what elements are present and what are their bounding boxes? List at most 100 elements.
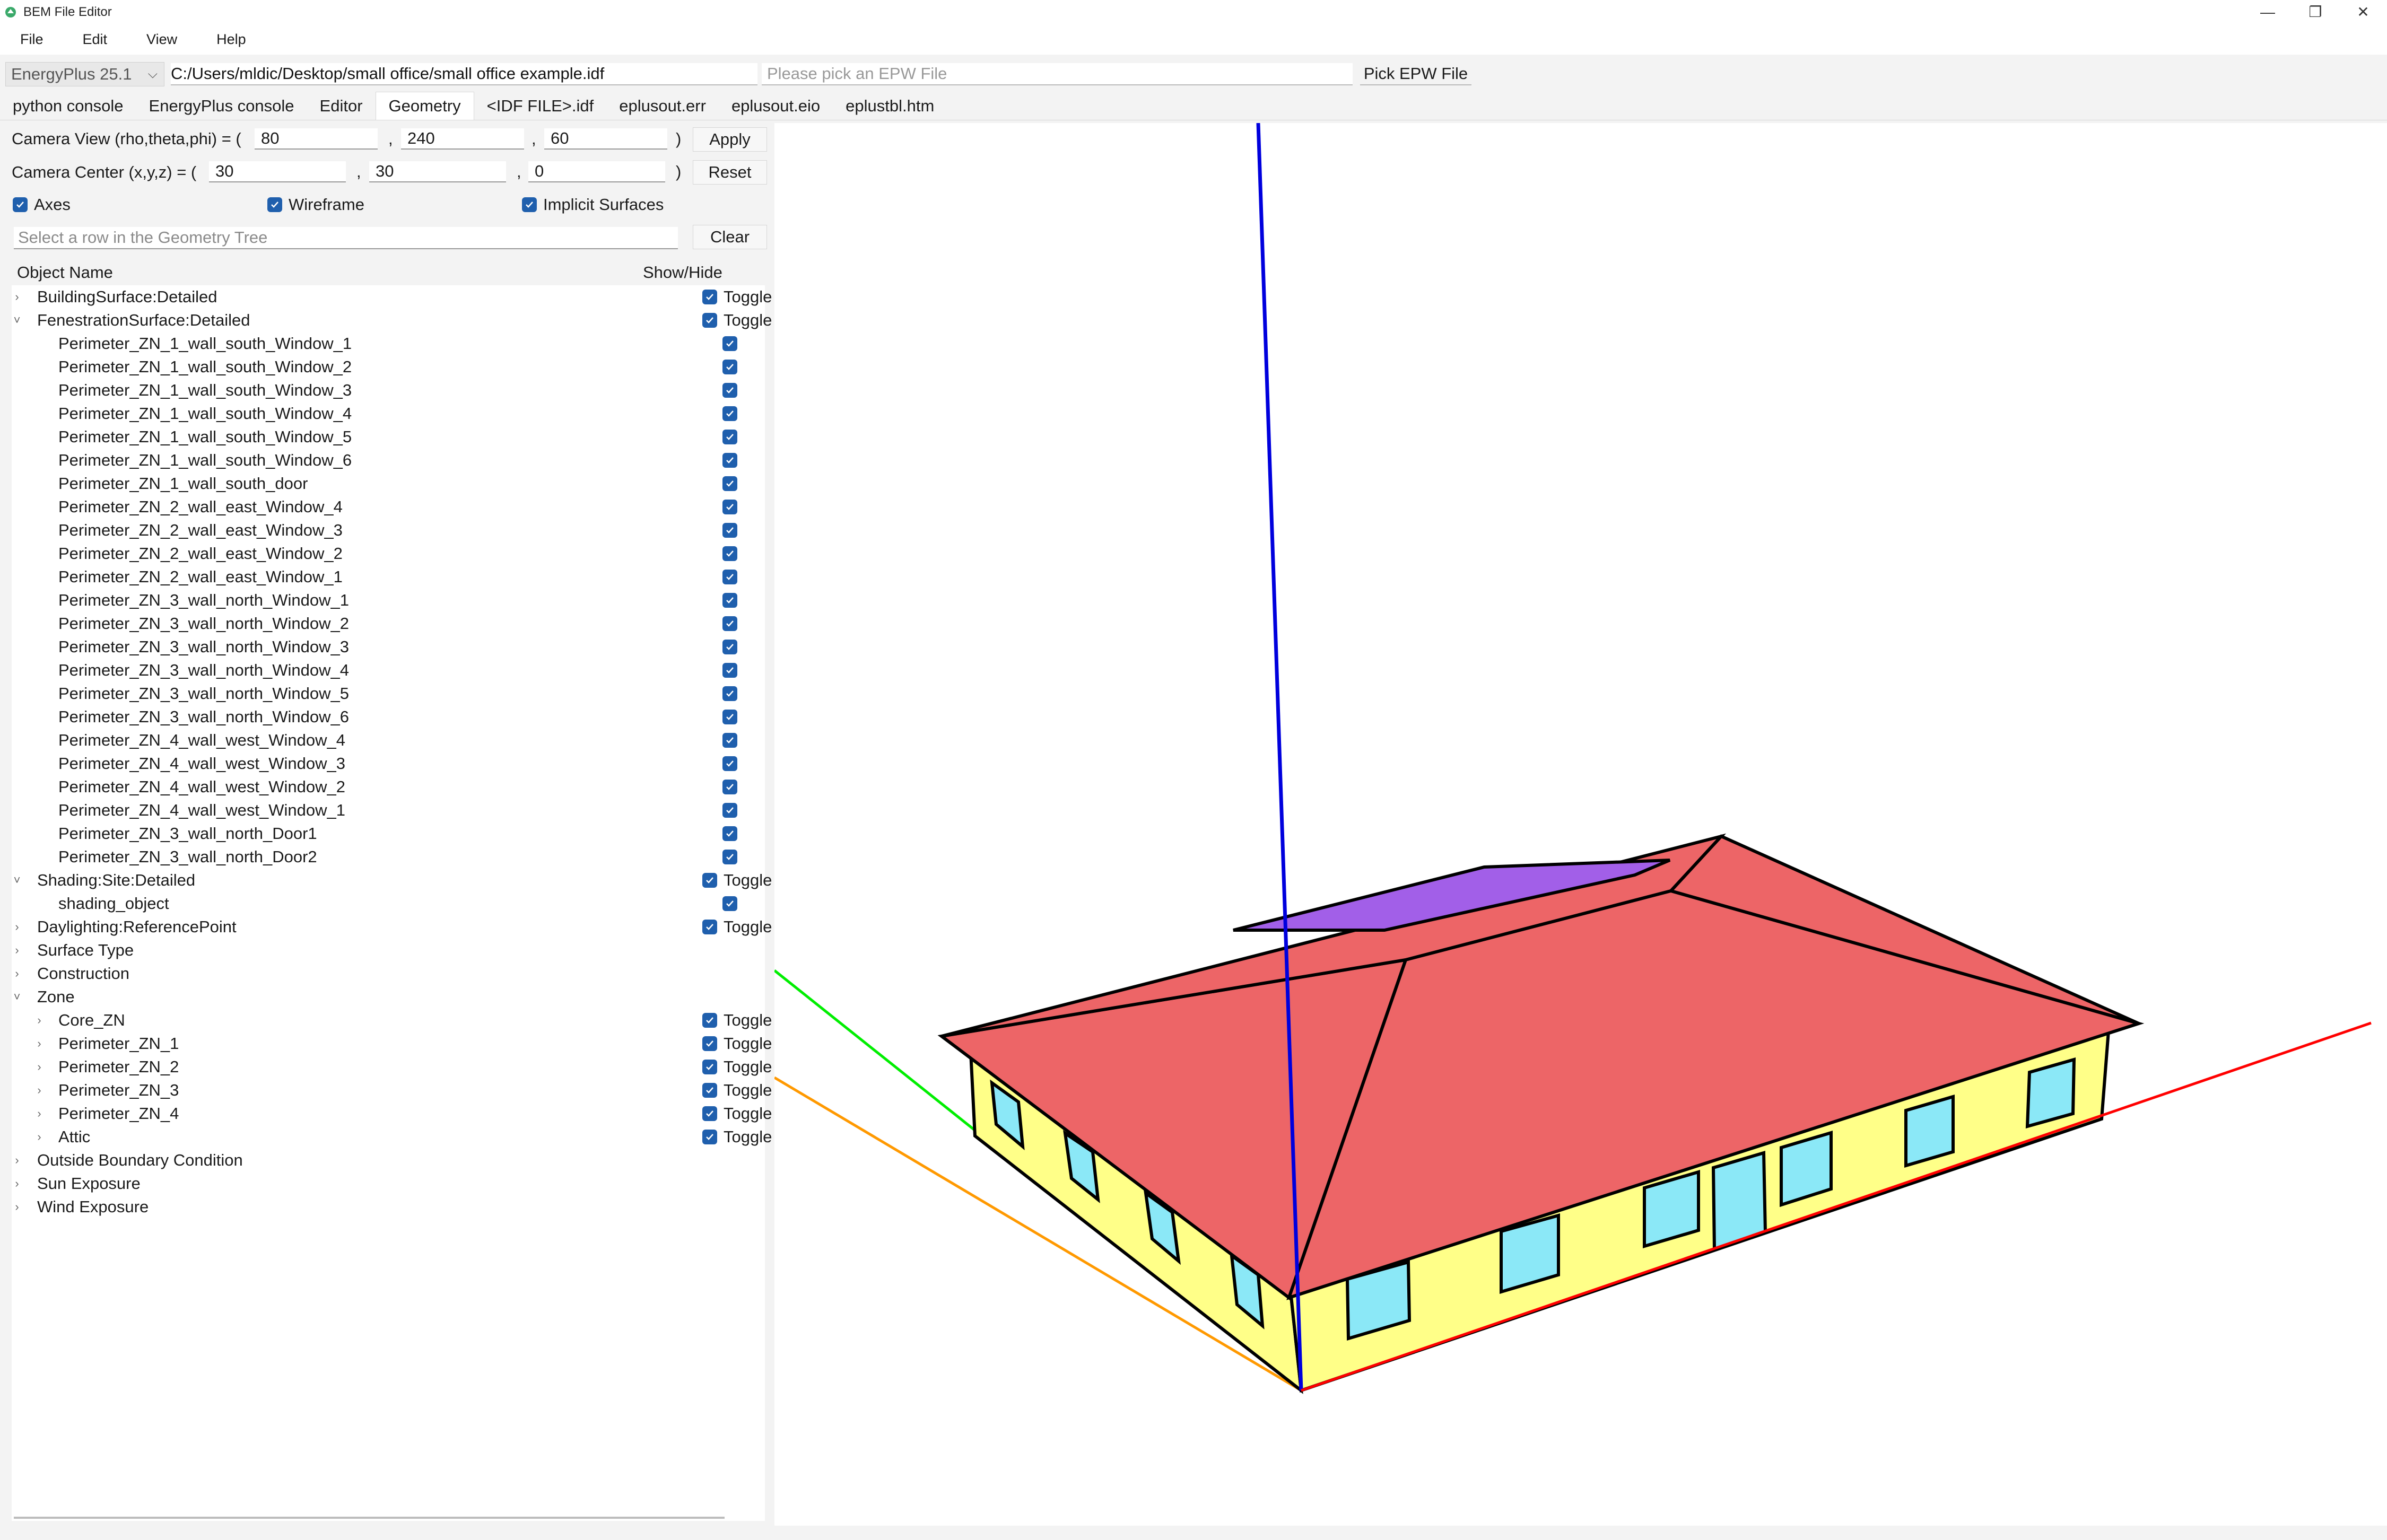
toggle-checkbox[interactable]: Toggle bbox=[702, 287, 772, 307]
reset-button[interactable]: Reset bbox=[693, 160, 767, 185]
version-select[interactable]: EnergyPlus 25.1 ⌵ bbox=[5, 62, 164, 86]
show-hide-checkbox[interactable] bbox=[722, 663, 737, 678]
window-south-5[interactable] bbox=[1904, 1094, 1955, 1168]
tree-row[interactable]: Perimeter_ZN_3_wall_north_Window_4 bbox=[12, 659, 765, 682]
tree-row[interactable]: › Wind Exposure bbox=[12, 1195, 765, 1219]
tree-row[interactable]: › BuildingSurface:Detailed Toggle bbox=[12, 285, 772, 309]
tree-row[interactable]: › Perimeter_ZN_2 Toggle bbox=[12, 1055, 772, 1079]
tree-row[interactable]: Perimeter_ZN_1_wall_south_door bbox=[12, 472, 765, 495]
toggle-checkbox[interactable]: Toggle bbox=[702, 1104, 772, 1123]
tree-row[interactable]: › Perimeter_ZN_1 Toggle bbox=[12, 1032, 772, 1055]
tree-row[interactable]: Perimeter_ZN_3_wall_north_Window_1 bbox=[12, 589, 765, 612]
show-hide-checkbox[interactable] bbox=[722, 710, 737, 724]
tree-row[interactable]: Perimeter_ZN_3_wall_north_Door1 bbox=[12, 822, 765, 845]
toggle-checkbox[interactable]: Toggle bbox=[702, 311, 772, 330]
toggle-checkbox[interactable]: Toggle bbox=[702, 1081, 772, 1100]
tree-row[interactable]: ˅ Shading:Site:Detailed Toggle bbox=[12, 869, 772, 892]
show-hide-checkbox[interactable] bbox=[722, 476, 737, 491]
show-hide-checkbox[interactable] bbox=[722, 360, 737, 374]
menu-help[interactable]: Help bbox=[197, 31, 266, 48]
tree-row[interactable]: Perimeter_ZN_1_wall_south_Window_2 bbox=[12, 355, 765, 379]
tree-row[interactable]: › Perimeter_ZN_4 Toggle bbox=[12, 1102, 772, 1125]
column-show-hide[interactable]: Show/Hide bbox=[643, 263, 722, 282]
implicit-surfaces-checkbox[interactable]: Implicit Surfaces bbox=[522, 195, 664, 214]
tree-row[interactable]: Perimeter_ZN_1_wall_south_Window_6 bbox=[12, 449, 765, 472]
camera-center-z-input[interactable]: 0 bbox=[528, 161, 665, 182]
tree-row[interactable]: › Outside Boundary Condition bbox=[12, 1149, 765, 1172]
tree-row[interactable]: Perimeter_ZN_3_wall_north_Door2 bbox=[12, 845, 765, 869]
toggle-checkbox[interactable]: Toggle bbox=[702, 1011, 772, 1030]
apply-button[interactable]: Apply bbox=[693, 127, 767, 152]
tree-row[interactable]: Perimeter_ZN_2_wall_east_Window_2 bbox=[12, 542, 765, 565]
show-hide-checkbox[interactable] bbox=[722, 733, 737, 748]
tree-row[interactable]: Perimeter_ZN_2_wall_east_Window_4 bbox=[12, 495, 765, 519]
tab-idf-file[interactable]: <IDF FILE>.idf bbox=[474, 92, 607, 120]
show-hide-checkbox[interactable] bbox=[722, 593, 737, 608]
chevron-right-icon[interactable]: › bbox=[12, 1200, 22, 1214]
show-hide-checkbox[interactable] bbox=[722, 686, 737, 701]
tree-row[interactable]: › Perimeter_ZN_3 Toggle bbox=[12, 1079, 772, 1102]
epw-file-field[interactable]: Please pick an EPW File bbox=[762, 63, 1353, 85]
tree-row[interactable]: › Core_ZN Toggle bbox=[12, 1009, 772, 1032]
tree-row[interactable]: ˅ Zone bbox=[12, 985, 765, 1009]
camera-rho-input[interactable]: 80 bbox=[255, 128, 378, 150]
minimize-button[interactable]: — bbox=[2244, 0, 2292, 24]
chevron-right-icon[interactable]: › bbox=[34, 1130, 45, 1144]
show-hide-checkbox[interactable] bbox=[722, 523, 737, 538]
tree-row[interactable]: Perimeter_ZN_3_wall_north_Window_2 bbox=[12, 612, 765, 635]
geometry-tree-search-input[interactable]: Select a row in the Geometry Tree bbox=[14, 227, 678, 249]
show-hide-checkbox[interactable] bbox=[722, 803, 737, 818]
tree-row[interactable]: Perimeter_ZN_2_wall_east_Window_1 bbox=[12, 565, 765, 589]
camera-center-x-input[interactable]: 30 bbox=[209, 161, 346, 182]
3d-geometry-viewport[interactable] bbox=[773, 122, 2387, 1526]
chevron-right-icon[interactable]: › bbox=[34, 1107, 45, 1121]
tree-row[interactable]: Perimeter_ZN_4_wall_west_Window_1 bbox=[12, 799, 765, 822]
tree-row[interactable]: Perimeter_ZN_3_wall_north_Window_5 bbox=[12, 682, 765, 705]
tree-row[interactable]: Perimeter_ZN_1_wall_south_Window_3 bbox=[12, 379, 765, 402]
chevron-right-icon[interactable]: › bbox=[34, 1083, 45, 1097]
camera-phi-input[interactable]: 60 bbox=[544, 128, 667, 150]
tree-row[interactable]: › Daylighting:ReferencePoint Toggle bbox=[12, 915, 772, 939]
show-hide-checkbox[interactable] bbox=[722, 850, 737, 864]
show-hide-checkbox[interactable] bbox=[722, 336, 737, 351]
chevron-right-icon[interactable]: › bbox=[12, 967, 22, 981]
tab-python-console[interactable]: python console bbox=[0, 92, 136, 120]
tree-row[interactable]: Perimeter_ZN_3_wall_north_Window_3 bbox=[12, 635, 765, 659]
show-hide-checkbox[interactable] bbox=[722, 756, 737, 771]
chevron-down-icon[interactable]: ˅ bbox=[12, 990, 22, 1004]
tab-energyplus-console[interactable]: EnergyPlus console bbox=[136, 92, 307, 120]
show-hide-checkbox[interactable] bbox=[722, 826, 737, 841]
tree-row[interactable]: ˅ FenestrationSurface:Detailed Toggle bbox=[12, 309, 772, 332]
tree-row[interactable]: › Sun Exposure bbox=[12, 1172, 765, 1195]
restore-button[interactable]: ❐ bbox=[2292, 0, 2339, 24]
wireframe-checkbox[interactable]: Wireframe bbox=[267, 195, 364, 214]
tree-row[interactable]: › Surface Type bbox=[12, 939, 765, 962]
show-hide-checkbox[interactable] bbox=[722, 430, 737, 444]
show-hide-checkbox[interactable] bbox=[722, 640, 737, 654]
toggle-checkbox[interactable]: Toggle bbox=[702, 1127, 772, 1147]
horizontal-scrollbar[interactable] bbox=[14, 1517, 725, 1519]
tab-eplusout-eio[interactable]: eplusout.eio bbox=[719, 92, 833, 120]
chevron-right-icon[interactable]: › bbox=[34, 1060, 45, 1074]
show-hide-checkbox[interactable] bbox=[722, 406, 737, 421]
toggle-checkbox[interactable]: Toggle bbox=[702, 1034, 772, 1053]
tree-row[interactable]: Perimeter_ZN_1_wall_south_Window_1 bbox=[12, 332, 765, 355]
close-button[interactable]: ✕ bbox=[2339, 0, 2387, 24]
show-hide-checkbox[interactable] bbox=[722, 780, 737, 794]
camera-theta-input[interactable]: 240 bbox=[401, 128, 524, 150]
menu-view[interactable]: View bbox=[127, 31, 197, 48]
chevron-right-icon[interactable]: › bbox=[12, 920, 22, 934]
show-hide-checkbox[interactable] bbox=[722, 546, 737, 561]
pick-epw-button[interactable]: Pick EPW File bbox=[1360, 63, 1471, 85]
clear-button[interactable]: Clear bbox=[693, 225, 767, 249]
show-hide-checkbox[interactable] bbox=[722, 570, 737, 584]
chevron-right-icon[interactable]: › bbox=[12, 290, 22, 304]
toggle-checkbox[interactable]: Toggle bbox=[702, 917, 772, 937]
tree-row[interactable]: Perimeter_ZN_3_wall_north_Window_6 bbox=[12, 705, 765, 729]
show-hide-checkbox[interactable] bbox=[722, 616, 737, 631]
tree-row[interactable]: Perimeter_ZN_2_wall_east_Window_3 bbox=[12, 519, 765, 542]
camera-center-y-input[interactable]: 30 bbox=[369, 161, 506, 182]
show-hide-checkbox[interactable] bbox=[722, 383, 737, 398]
geometry-tree[interactable]: › BuildingSurface:Detailed Toggle ˅ Fenestra… bbox=[12, 285, 772, 1521]
tree-row[interactable]: Perimeter_ZN_1_wall_south_Window_5 bbox=[12, 425, 765, 449]
